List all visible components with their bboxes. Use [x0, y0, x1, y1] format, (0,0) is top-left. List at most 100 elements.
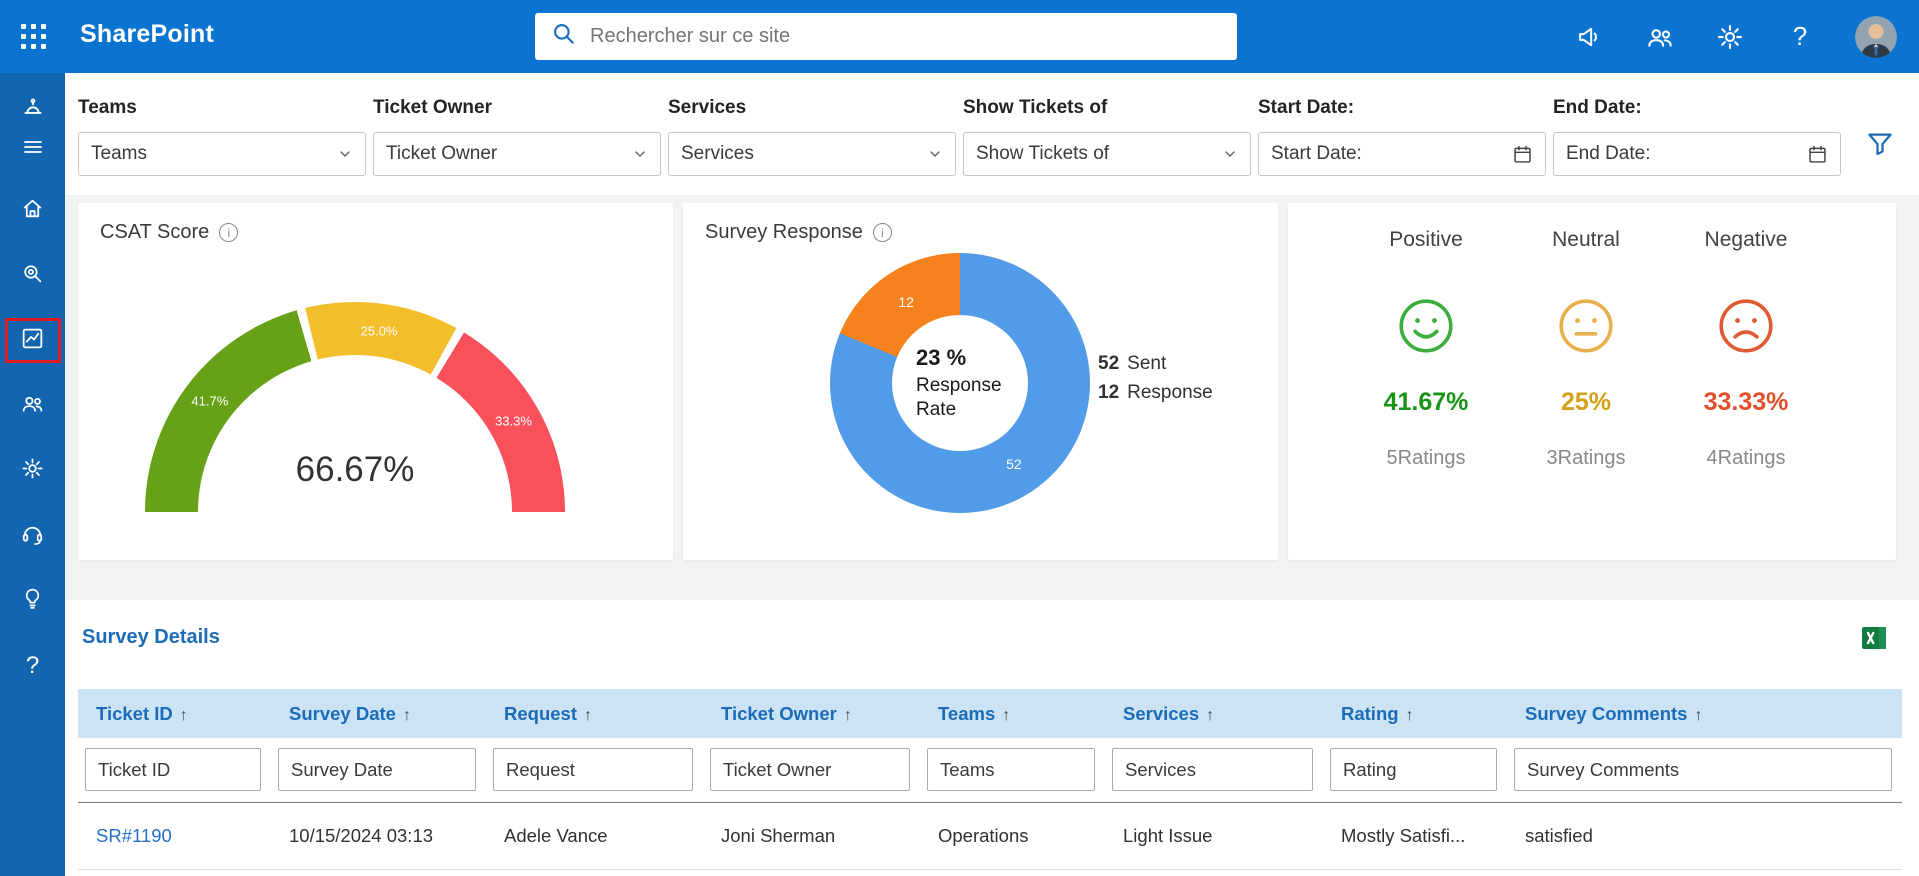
search-input[interactable] [590, 25, 1221, 48]
column-header-ticket-id[interactable]: Ticket ID ↑ [78, 689, 271, 738]
home-icon [20, 196, 45, 226]
sidebar-item-reports[interactable] [4, 318, 61, 363]
megaphone-icon[interactable] [1575, 22, 1605, 52]
response-rate-label: Response Rate [916, 374, 1002, 420]
services-filter-input[interactable] [1112, 748, 1313, 792]
date-value: Start Date: [1271, 143, 1362, 164]
sidebar-item-home[interactable] [10, 194, 56, 228]
gauge-segment-label: 25.0% [360, 323, 398, 339]
cell-services: Light Issue [1105, 802, 1323, 870]
donut-hole: 23 % Response Rate [892, 315, 1028, 451]
table-filter-row [78, 738, 1902, 803]
rating-filter-input[interactable] [1330, 748, 1497, 792]
sort-ascending-icon: ↑ [584, 706, 592, 724]
cell-rating: Mostly Satisfi... [1323, 802, 1507, 870]
sort-ascending-icon: ↑ [402, 706, 411, 724]
teams-filter-input[interactable] [927, 748, 1095, 792]
services-dropdown[interactable]: Services [668, 132, 956, 176]
people-icon [20, 391, 45, 421]
info-icon[interactable]: i [219, 223, 239, 242]
hamburger-menu-icon [21, 135, 45, 164]
column-label: Rating [1341, 702, 1399, 724]
chevron-down-icon [1225, 151, 1235, 157]
headset-icon [20, 521, 45, 551]
csat-score-card: CSAT Score i 66.67% 41.7% 25.0% 33.3% [78, 203, 673, 560]
ticket-id-filter-input[interactable] [85, 748, 261, 792]
sentiment-percent: 25% [1560, 388, 1612, 416]
sidebar-item-help[interactable]: ? [10, 649, 56, 683]
search-box[interactable] [535, 13, 1237, 60]
sentiment-percent: 41.67% [1383, 388, 1469, 416]
filter-group-end-date: End Date: End Date: [1553, 97, 1841, 195]
filter-funnel-icon[interactable] [1865, 129, 1895, 159]
app-launcher-icon[interactable] [18, 21, 50, 53]
donut-legend: 52 Sent 12 Response [1098, 353, 1213, 404]
smile-icon [1397, 297, 1455, 360]
sort-ascending-icon: ↑ [179, 706, 188, 724]
sentiment-label: Neutral [1552, 228, 1620, 251]
filter-bar: Teams Teams Ticket Owner Ticket Owner Se… [65, 73, 1919, 195]
end-date-picker[interactable]: End Date: [1553, 132, 1841, 176]
sidebar-item-helpdesk[interactable] [10, 92, 56, 126]
survey-comments-filter-input[interactable] [1514, 748, 1892, 792]
ticket-id-link[interactable]: SR#1190 [96, 825, 172, 846]
survey-details-section: Survey Details Ticket ID ↑ Survey Date ↑… [65, 600, 1919, 876]
column-label: Ticket Owner [721, 702, 837, 724]
sentiment-percent: 33.33% [1703, 388, 1789, 416]
user-avatar[interactable] [1855, 15, 1897, 58]
filter-label: Show Tickets of [963, 97, 1108, 118]
frown-icon [1717, 297, 1775, 360]
show-tickets-of-dropdown[interactable]: Show Tickets of [963, 132, 1251, 176]
gauge-segment-label: 41.7% [191, 393, 229, 409]
suite-header: SharePoint Rechercher sur ce site ? [0, 0, 1919, 73]
legend-sent: 52 Sent [1098, 353, 1213, 375]
app-title[interactable]: SharePoint [80, 20, 214, 49]
legend-label: Response [1127, 382, 1213, 403]
sidebar-item-settings[interactable] [10, 454, 56, 488]
survey-details-header: Survey Details [78, 600, 1902, 689]
column-header-teams[interactable]: Teams ↑ [920, 689, 1105, 738]
date-value: End Date: [1566, 143, 1651, 164]
sidebar-item-ideas[interactable] [10, 584, 56, 618]
column-header-rating[interactable]: Rating ↑ [1323, 689, 1507, 738]
legend-value: 12 [1098, 382, 1120, 403]
filter-label: Teams [78, 97, 137, 118]
filter-label: End Date: [1553, 97, 1642, 118]
column-header-services[interactable]: Services ↑ [1105, 689, 1323, 738]
sort-ascending-icon: ↑ [1694, 706, 1703, 724]
gear-icon [20, 456, 45, 486]
people-icon[interactable] [1645, 22, 1675, 52]
survey-response-card: Survey Response i 23 % Response Rate 52 1… [683, 203, 1278, 560]
sentiment-ratings: 3Ratings [1546, 447, 1626, 469]
info-icon[interactable]: i [872, 223, 892, 242]
help-icon[interactable]: ? [1785, 21, 1815, 52]
lightbulb-icon [20, 586, 45, 616]
sidebar-item-users[interactable] [10, 389, 56, 423]
start-date-picker[interactable]: Start Date: [1258, 132, 1546, 176]
request-filter-input[interactable] [493, 748, 693, 792]
column-header-survey-date[interactable]: Survey Date ↑ [271, 689, 486, 738]
service-bell-icon [20, 94, 46, 125]
sidebar-item-support[interactable] [10, 519, 56, 553]
sidebar-menu-toggle[interactable] [10, 132, 56, 166]
teams-dropdown[interactable]: Teams [78, 132, 366, 176]
cell-request: Adele Vance [486, 802, 703, 870]
filter-group-start-date: Start Date: Start Date: [1258, 97, 1546, 195]
export-to-excel-icon[interactable] [1860, 624, 1888, 652]
settings-gear-icon[interactable] [1715, 22, 1745, 52]
left-navigation: ? [0, 73, 65, 876]
calendar-icon [1809, 145, 1826, 163]
ticket-owner-dropdown[interactable]: Ticket Owner [373, 132, 661, 176]
column-header-survey-comments[interactable]: Survey Comments ↑ [1507, 689, 1902, 738]
calendar-icon [1514, 145, 1531, 163]
sidebar-item-search-tickets[interactable] [10, 259, 56, 293]
table-row: SR#1190 10/15/2024 03:13 Adele Vance Jon… [78, 802, 1902, 870]
cell-ticket-owner: Joni Sherman [703, 802, 920, 870]
dropdown-value: Teams [91, 143, 147, 164]
survey-date-filter-input[interactable] [278, 748, 476, 792]
dropdown-value: Ticket Owner [386, 143, 498, 164]
column-header-ticket-owner[interactable]: Ticket Owner ↑ [703, 689, 920, 738]
column-label: Teams [938, 702, 996, 724]
column-header-request[interactable]: Request ↑ [486, 689, 703, 738]
ticket-owner-filter-input[interactable] [710, 748, 910, 792]
